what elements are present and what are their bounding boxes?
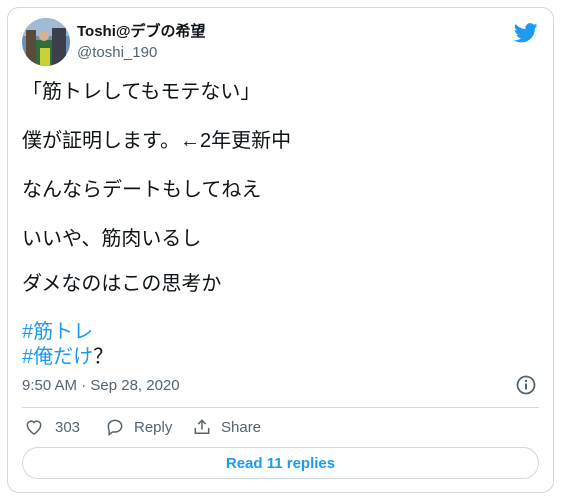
tweet-line: 僕が証明します。←2年更新中 bbox=[22, 130, 292, 152]
info-icon[interactable] bbox=[515, 374, 537, 396]
heart-icon bbox=[26, 420, 42, 435]
hashtag-line: #筋トレ bbox=[22, 319, 522, 345]
author-handle[interactable]: @toshi_190 bbox=[77, 43, 157, 63]
tweet-line: 「筋トレしてもモテない」 bbox=[22, 81, 261, 103]
tweet-card: Toshi@デブの希望 @toshi_190 「筋トレしてもモテない」 僕が証明… bbox=[7, 7, 554, 493]
reply-icon bbox=[107, 419, 123, 436]
reply-label: Reply bbox=[134, 418, 173, 436]
tweet-line: なんならデートもしてねえ bbox=[22, 179, 262, 201]
hashtag-suffix: ？ bbox=[93, 346, 114, 368]
share-button[interactable]: Share bbox=[192, 416, 261, 438]
read-replies-button[interactable]: Read 11 replies bbox=[22, 447, 539, 479]
avatar[interactable] bbox=[22, 18, 70, 66]
reply-button[interactable]: Reply bbox=[105, 416, 172, 438]
hashtag-line: #俺だけ？ bbox=[22, 344, 522, 370]
hashtag-link[interactable]: #筋トレ bbox=[22, 321, 93, 343]
author-display-name[interactable]: Toshi@デブの希望 bbox=[77, 22, 206, 42]
like-button[interactable]: 303 bbox=[24, 416, 80, 438]
hashtag-link[interactable]: #俺だけ bbox=[22, 346, 93, 368]
share-label: Share bbox=[221, 418, 262, 436]
twitter-logo-icon[interactable] bbox=[514, 22, 538, 44]
divider bbox=[22, 407, 539, 408]
timestamp[interactable]: 9:50 AM · Sep 28, 2020 bbox=[22, 376, 180, 396]
like-count: 303 bbox=[55, 418, 81, 436]
tweet-line: ダメなのはこの思考か bbox=[22, 273, 222, 295]
tweet-line: いいや、筋肉いるし bbox=[22, 228, 202, 250]
share-icon bbox=[194, 419, 210, 434]
